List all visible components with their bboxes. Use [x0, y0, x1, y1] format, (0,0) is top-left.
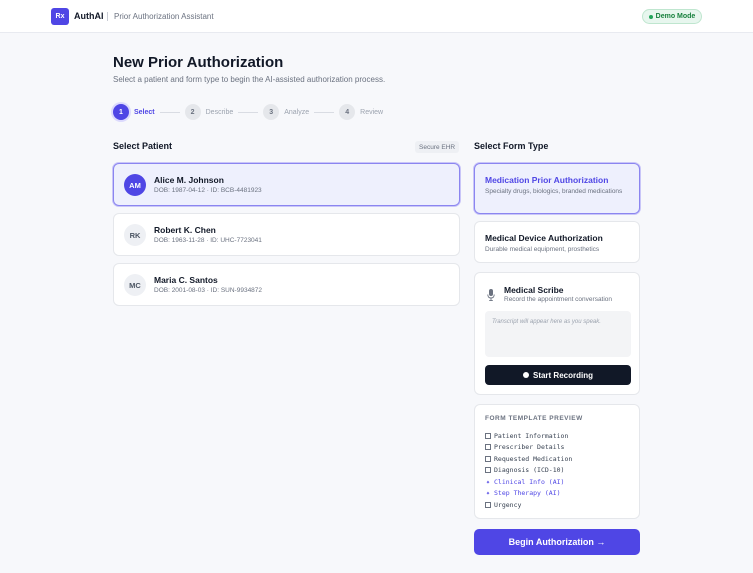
step-number: 4 — [339, 104, 356, 120]
avatar: AM — [124, 174, 146, 196]
form-option-medication[interactable]: Medication Prior Authorization Specialty… — [474, 163, 640, 214]
patient-card-robert[interactable]: RK Robert K. Chen DOB: 1963-11-28 · ID: … — [113, 213, 460, 256]
patient-name: Maria C. Santos — [154, 275, 218, 285]
record-dot-icon — [522, 372, 529, 378]
header-divider — [107, 12, 108, 21]
step-connector — [314, 111, 335, 113]
page-title: New Prior Authorization — [113, 54, 284, 71]
step-number: 2 — [184, 104, 201, 120]
secure-ehr-badge: Secure EHR — [415, 141, 460, 153]
avatar: MC — [124, 274, 146, 296]
checkbox-icon — [485, 432, 491, 439]
checkbox-icon — [485, 444, 491, 451]
rx-logo: Rx — [51, 8, 69, 25]
form-option-desc: Durable medical equipment, prosthetics — [485, 246, 600, 253]
step-number: 3 — [263, 104, 280, 120]
template-field-list: Patient Information Prescriber Details R… — [485, 430, 572, 511]
sparkle-icon: ✦ — [485, 477, 491, 486]
patient-card-maria[interactable]: MC Maria C. Santos DOB: 2001-08-03 · ID:… — [113, 263, 460, 306]
top-bar: Rx AuthAI Prior Authorization Assistant … — [0, 0, 753, 33]
transcript-placeholder: Transcript will appear here as you speak… — [492, 319, 601, 325]
demo-mode-label: Demo Mode — [655, 13, 696, 20]
step-label: Describe — [205, 108, 234, 116]
template-field-label: Requested Medication — [494, 454, 573, 463]
patient-meta: DOB: 1987-04-12 · ID: BCB-4481923 — [154, 187, 262, 194]
step-number: 1 — [113, 104, 129, 120]
select-patient-heading: Select Patient — [113, 141, 173, 151]
form-option-title: Medical Device Authorization — [485, 233, 603, 243]
step-label: Analyze — [284, 108, 310, 116]
start-recording-label: Start Recording — [532, 370, 593, 380]
progress-stepper: 1 Select 2 Describe 3 Analyze 4 Review — [113, 104, 383, 120]
form-option-device[interactable]: Medical Device Authorization Durable med… — [474, 221, 640, 263]
checkbox-icon — [485, 467, 491, 474]
patient-meta: DOB: 1963-11-28 · ID: UHC-7723041 — [154, 237, 262, 244]
patient-meta: DOB: 2001-08-03 · ID: SUN-9934872 — [154, 287, 263, 294]
form-template-preview: FORM TEMPLATE PREVIEW Patient Informatio… — [474, 404, 640, 519]
scribe-subtitle: Record the appointment conversation — [504, 296, 613, 303]
step-connector — [159, 111, 180, 113]
transcript-area[interactable]: Transcript will appear here as you speak… — [485, 311, 631, 357]
begin-authorization-button[interactable]: Begin Authorization → — [474, 529, 640, 555]
sparkle-icon: ✦ — [485, 489, 491, 498]
app-title: Prior Authorization Assistant — [114, 12, 214, 21]
scribe-title: Medical Scribe — [504, 285, 564, 295]
select-form-heading: Select Form Type — [474, 141, 549, 151]
template-field: Prescriber Details — [485, 442, 572, 454]
form-option-desc: Specialty drugs, biologics, branded medi… — [485, 188, 623, 195]
step-label: Select — [134, 108, 155, 116]
status-dot-icon — [648, 14, 653, 19]
form-option-title: Medication Prior Authorization — [485, 175, 609, 185]
patient-name: Robert K. Chen — [154, 225, 216, 235]
template-field-label: Patient Information — [494, 431, 569, 440]
demo-mode-badge[interactable]: Demo Mode — [642, 9, 702, 24]
template-field-ai: ✦ Step Therapy (AI) — [485, 488, 572, 500]
microphone-icon — [487, 289, 495, 301]
template-field-label: Step Therapy (AI) — [494, 489, 561, 498]
step-review[interactable]: 4 Review — [339, 104, 383, 120]
start-recording-button[interactable]: Start Recording — [485, 365, 631, 385]
page-subtitle: Select a patient and form type to begin … — [113, 75, 386, 84]
template-field-label: Clinical Info (AI) — [494, 477, 565, 486]
checkbox-icon — [485, 501, 491, 508]
template-field-label: Prescriber Details — [494, 443, 565, 452]
patient-name: Alice M. Johnson — [154, 175, 224, 185]
step-describe[interactable]: 2 Describe — [184, 104, 234, 120]
template-field: Diagnosis (ICD-10) — [485, 465, 572, 477]
template-field-label: Diagnosis (ICD-10) — [494, 466, 565, 475]
checkbox-icon — [485, 455, 491, 462]
step-analyze[interactable]: 3 Analyze — [263, 104, 309, 120]
brand-name: AuthAI — [74, 11, 104, 21]
template-field: Patient Information — [485, 430, 572, 442]
step-connector — [238, 111, 259, 113]
template-field: Requested Medication — [485, 453, 572, 465]
medical-scribe-panel: Medical Scribe Record the appointment co… — [474, 272, 640, 395]
template-field: Urgency — [485, 499, 572, 511]
template-field-ai: ✦ Clinical Info (AI) — [485, 476, 572, 488]
step-select[interactable]: 1 Select — [113, 104, 155, 120]
template-preview-title: FORM TEMPLATE PREVIEW — [485, 415, 583, 422]
patient-card-alice[interactable]: AM Alice M. Johnson DOB: 1987-04-12 · ID… — [113, 163, 460, 206]
step-label: Review — [360, 108, 384, 116]
template-field-label: Urgency — [494, 500, 522, 509]
avatar: RK — [124, 224, 146, 246]
